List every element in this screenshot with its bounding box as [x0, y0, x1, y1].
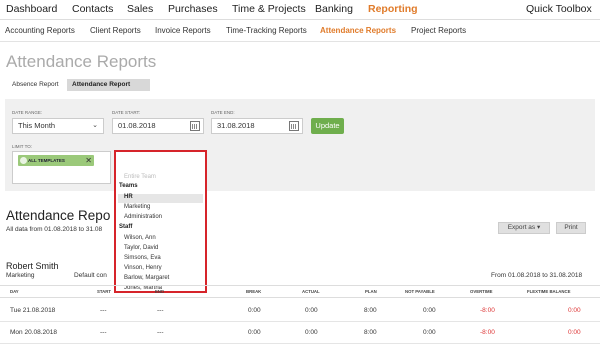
col-actual: ACTUAL — [302, 289, 320, 294]
dropdown-item-marketing[interactable]: Marketing — [124, 204, 150, 210]
subnav-time-tracking-reports[interactable]: Time-Tracking Reports — [226, 26, 307, 35]
date-start-label: DATE START: — [112, 110, 141, 115]
sub-navigation: Accounting Reports Client Reports Invoic… — [0, 22, 600, 42]
nav-time-projects[interactable]: Time & Projects — [232, 3, 306, 15]
col-not-payable: NOT PAYABLE — [405, 289, 435, 294]
calendar-icon[interactable] — [289, 121, 299, 131]
template-limit-box[interactable]: ALL TEMPLATES ✕ — [12, 151, 111, 184]
cell-day: Mon 20.08.2018 — [10, 329, 57, 336]
team-dropdown[interactable]: Entire Team Teams HR Marketing Administr… — [114, 150, 207, 293]
cell-break: 0:00 — [248, 307, 261, 314]
dropdown-item-staff[interactable]: Barlow, Margaret — [124, 275, 169, 281]
cell-plan: 8:00 — [364, 307, 377, 314]
calendar-icon[interactable] — [190, 121, 200, 131]
date-start-value: 01.08.2018 — [118, 121, 156, 130]
person-name: Robert Smith — [6, 261, 59, 271]
person-contract: Default con — [74, 272, 107, 279]
nav-banking[interactable]: Banking — [315, 3, 353, 15]
col-plan: PLAN — [365, 289, 377, 294]
tab-absence-report[interactable]: Absence Report — [7, 79, 67, 91]
cell-start: --- — [100, 307, 107, 314]
subnav-client-reports[interactable]: Client Reports — [90, 26, 141, 35]
dropdown-item-hr[interactable]: HR — [124, 194, 133, 200]
table-header: DAY START END BREAK ACTUAL PLAN NOT PAYA… — [0, 285, 600, 298]
col-flextime-balance: FLEXTIME BALANCE — [527, 289, 571, 294]
toggle-icon — [20, 157, 27, 164]
dropdown-placeholder: Entire Team — [124, 174, 156, 180]
cell-not-payable: 0:00 — [423, 307, 436, 314]
col-break: BREAK — [246, 289, 262, 294]
export-button[interactable]: Export as ▾ — [498, 222, 550, 234]
table-row: Tue 21.08.2018 --- --- 0:00 0:00 8:00 0:… — [0, 300, 600, 322]
chevron-down-icon: ⌄ — [92, 122, 98, 129]
nav-reporting[interactable]: Reporting — [368, 3, 418, 15]
nav-dashboard[interactable]: Dashboard — [6, 3, 57, 15]
person-department: Marketing — [6, 272, 35, 279]
nav-contacts[interactable]: Contacts — [72, 3, 113, 15]
dropdown-staff-header: Staff — [119, 224, 133, 230]
date-range-value: This Month — [18, 121, 56, 130]
dropdown-teams-header: Teams — [119, 183, 138, 189]
cell-start: --- — [100, 329, 107, 336]
dropdown-item-staff[interactable]: Vinson, Henry — [124, 265, 162, 271]
cell-plan: 8:00 — [364, 329, 377, 336]
date-range-label: DATE RANGE: — [12, 110, 43, 115]
report-subtitle: All data from 01.08.2018 to 31.08 — [6, 226, 103, 233]
dropdown-item-staff[interactable]: Taylor, David — [124, 245, 158, 251]
nav-quick-toolbox[interactable]: Quick Toolbox — [526, 3, 592, 15]
dropdown-item-administration[interactable]: Administration — [124, 214, 162, 220]
top-navigation: Dashboard Contacts Sales Purchases Time … — [0, 0, 600, 20]
nav-purchases[interactable]: Purchases — [168, 3, 218, 15]
tab-attendance-report[interactable]: Attendance Report — [67, 79, 150, 91]
subnav-attendance-reports[interactable]: Attendance Reports — [320, 26, 396, 35]
cell-end: --- — [157, 329, 164, 336]
subnav-accounting-reports[interactable]: Accounting Reports — [5, 26, 75, 35]
date-end-label: DATE END: — [211, 110, 235, 115]
cell-end: --- — [157, 307, 164, 314]
person-date-range: From 01.08.2018 to 31.08.2018 — [491, 272, 583, 279]
col-start: START — [97, 289, 112, 294]
chevron-down-icon: ▾ — [537, 224, 541, 231]
cell-flextime-balance: 0:00 — [568, 329, 581, 336]
col-day: DAY — [10, 289, 19, 294]
tag-all-templates-label: ALL TEMPLATES — [28, 158, 65, 163]
cell-day: Tue 21.08.2018 — [10, 307, 56, 314]
date-end-field[interactable]: 31.08.2018 — [211, 118, 303, 134]
date-end-value: 31.08.2018 — [217, 121, 255, 130]
tag-all-templates[interactable]: ALL TEMPLATES ✕ — [18, 155, 94, 166]
cell-overtime: -8:00 — [480, 307, 495, 314]
cell-actual: 0:00 — [305, 307, 318, 314]
subnav-invoice-reports[interactable]: Invoice Reports — [155, 26, 211, 35]
page-title: Attendance Reports — [6, 52, 157, 71]
subnav-project-reports[interactable]: Project Reports — [411, 26, 466, 35]
print-button[interactable]: Print — [556, 222, 586, 234]
date-start-field[interactable]: 01.08.2018 — [112, 118, 204, 134]
cell-overtime: -8:00 — [480, 329, 495, 336]
col-overtime: OVERTIME — [470, 289, 493, 294]
date-range-select[interactable]: This Month ⌄ — [12, 118, 104, 134]
col-end: END — [155, 289, 165, 294]
filter-panel: DATE RANGE: This Month ⌄ DATE START: 01.… — [5, 99, 595, 191]
cell-not-payable: 0:00 — [423, 329, 436, 336]
report-title: Attendance Repo — [6, 208, 111, 223]
update-button[interactable]: Update — [311, 118, 344, 134]
dropdown-item-staff[interactable]: Wilson, Ann — [124, 235, 156, 241]
limit-to-label: LIMIT TO: — [12, 144, 33, 149]
table-row: Mon 20.08.2018 --- --- 0:00 0:00 8:00 0:… — [0, 322, 600, 344]
cell-actual: 0:00 — [305, 329, 318, 336]
close-icon[interactable]: ✕ — [85, 155, 92, 166]
dropdown-item-staff[interactable]: Simsons, Eva — [124, 255, 161, 261]
cell-break: 0:00 — [248, 329, 261, 336]
nav-sales[interactable]: Sales — [127, 3, 153, 15]
export-label: Export as — [507, 224, 536, 231]
cell-flextime-balance: 0:00 — [568, 307, 581, 314]
